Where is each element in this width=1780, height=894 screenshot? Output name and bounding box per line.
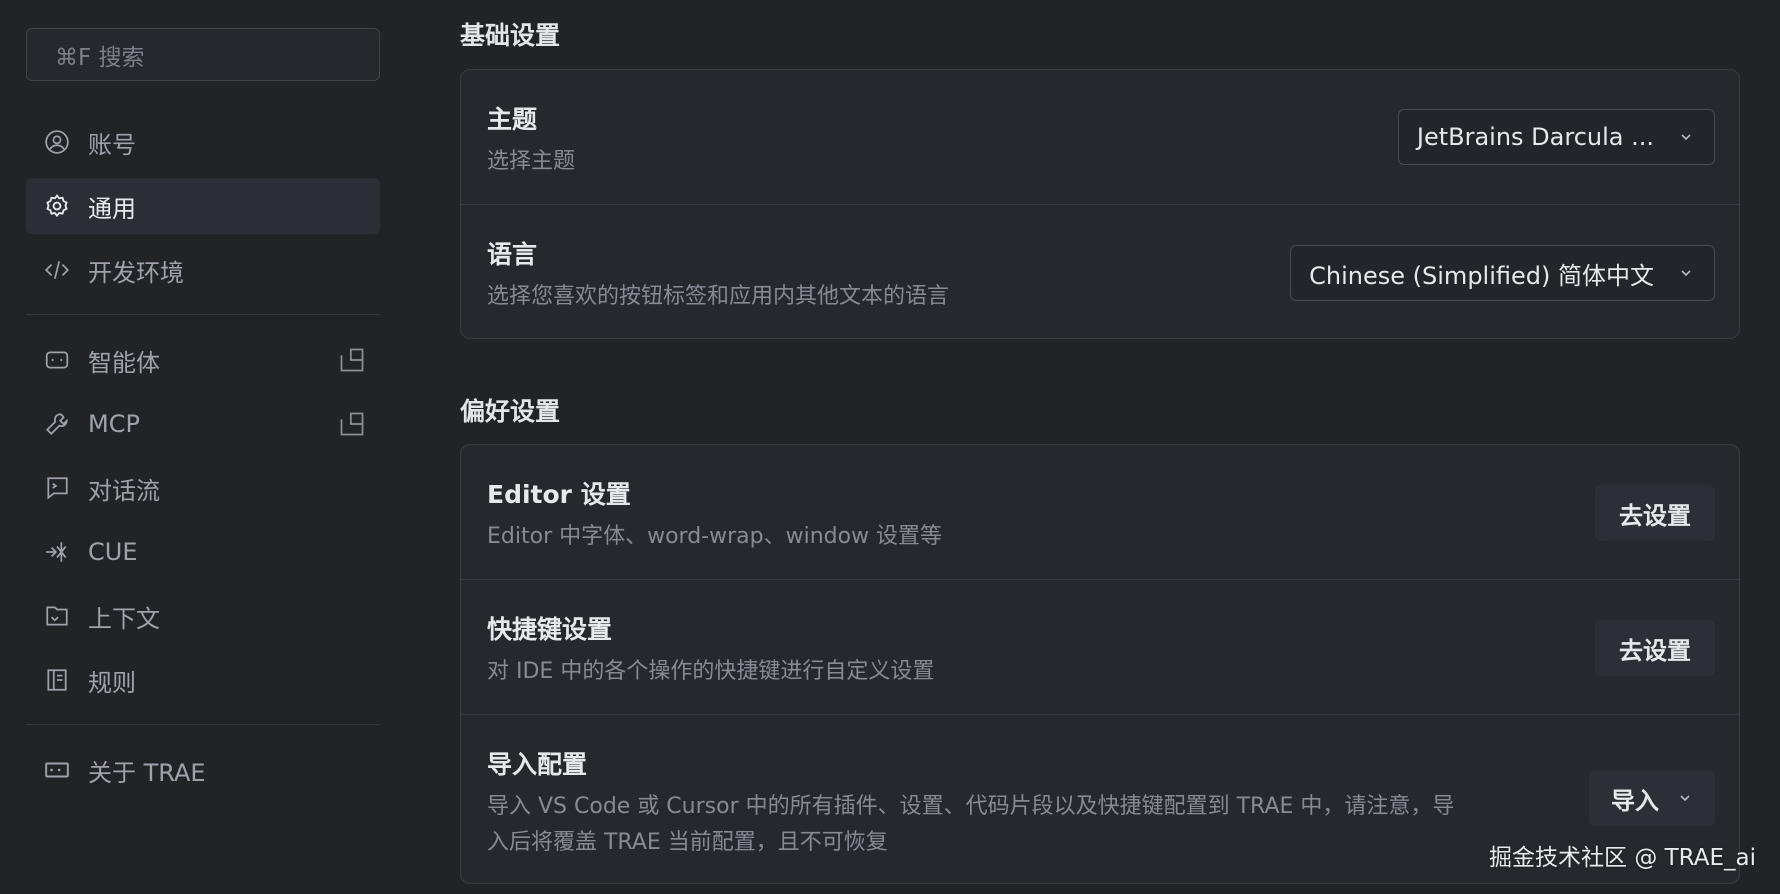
sidebar-item-label: CUE (88, 538, 138, 566)
wrench-icon (42, 409, 72, 439)
trae-logo-icon (42, 755, 72, 785)
sidebar-item-cue[interactable]: CUE (26, 524, 380, 580)
section-title-preferences: 偏好设置 (460, 397, 561, 426)
sidebar-item-label: 关于 TRAE (88, 758, 206, 787)
language-select[interactable]: Chinese (Simplified) 简体中文 (1290, 245, 1715, 301)
sidebar-item-general[interactable]: 通用 (26, 178, 380, 234)
language-title: 语言 (487, 240, 538, 269)
user-circle-icon (42, 127, 72, 157)
code-icon (42, 255, 72, 285)
chat-icon (42, 473, 72, 503)
section-title-basic: 基础设置 (460, 21, 561, 50)
sidebar-item-label: MCP (88, 410, 140, 438)
sidebar-item-chat-flow[interactable]: 对话流 (26, 460, 380, 516)
sidebar-item-context[interactable]: 上下文 (26, 588, 380, 644)
settings-sidebar: ⌘F 搜索 账号 通用 开发环境 智能体 MCP 对话流 CUE 上下文 规则 … (0, 0, 410, 894)
sidebar-divider (26, 314, 380, 315)
language-row: 语言 选择您喜欢的按钮标签和应用内其他文本的语言 Chinese (Simpli… (461, 204, 1739, 338)
sidebar-item-account[interactable]: 账号 (26, 114, 380, 170)
import-title: 导入配置 (487, 750, 588, 779)
import-button[interactable]: 导入 (1589, 770, 1715, 826)
shortcuts-settings-button[interactable]: 去设置 (1595, 620, 1715, 676)
editor-desc: Editor 中字体、word-wrap、window 设置等 (487, 524, 943, 549)
search-text: ⌘F 搜索 (55, 44, 145, 71)
editor-title: Editor 设置 (487, 480, 631, 509)
sidebar-item-mcp[interactable]: MCP (26, 396, 380, 452)
sidebar-item-label: 智能体 (88, 348, 160, 377)
chevron-down-icon (1681, 134, 1691, 141)
sidebar-item-label: 规则 (88, 668, 136, 697)
editor-settings-button-label: 去设置 (1619, 501, 1691, 530)
book-icon (42, 665, 72, 695)
sidebar-item-about[interactable]: 关于 TRAE (26, 742, 380, 798)
import-desc-line2: 入后将覆盖 TRAE 当前配置，且不可恢复 (487, 830, 888, 855)
sidebar-item-label: 账号 (88, 130, 136, 159)
sidebar-item-dev-env[interactable]: 开发环境 (26, 242, 380, 298)
sidebar-item-label: 对话流 (88, 476, 160, 505)
editor-settings-button[interactable]: 去设置 (1595, 485, 1715, 541)
context-icon (42, 601, 72, 631)
editor-row: Editor 设置 Editor 中字体、word-wrap、window 设置… (461, 445, 1739, 579)
external-link-icon[interactable] (338, 410, 366, 438)
sidebar-item-label: 通用 (88, 194, 136, 223)
import-button-label: 导入 (1611, 786, 1659, 815)
theme-row: 主题 选择主题 JetBrains Darcula ... (461, 70, 1739, 204)
watermark: 掘金技术社区 @ TRAE_ai (1489, 845, 1756, 871)
theme-title: 主题 (487, 105, 538, 134)
basic-settings-card: 主题 选择主题 JetBrains Darcula ... 语言 选择您喜欢的按… (460, 69, 1740, 339)
import-desc-line1: 导入 VS Code 或 Cursor 中的所有插件、设置、代码片段以及快捷键配… (487, 794, 1455, 819)
preferences-card: Editor 设置 Editor 中字体、word-wrap、window 设置… (460, 444, 1740, 884)
sidebar-item-agents[interactable]: 智能体 (26, 332, 380, 388)
chevron-down-icon (1681, 270, 1691, 277)
shortcuts-desc: 对 IDE 中的各个操作的快捷键进行自定义设置 (487, 659, 935, 684)
gear-icon (42, 191, 72, 221)
sidebar-divider (26, 724, 380, 725)
theme-desc: 选择主题 (487, 149, 576, 174)
external-link-icon[interactable] (338, 346, 366, 374)
theme-select-value: JetBrains Darcula ... (1416, 123, 1654, 151)
search-input[interactable]: ⌘F 搜索 (26, 28, 380, 81)
robot-icon (42, 345, 72, 375)
sidebar-item-rules[interactable]: 规则 (26, 652, 380, 708)
language-select-value: Chinese (Simplified) 简体中文 (1309, 261, 1654, 290)
sidebar-item-label: 上下文 (88, 604, 160, 633)
shortcuts-settings-button-label: 去设置 (1619, 636, 1691, 665)
chevron-down-icon (1680, 795, 1690, 802)
language-desc: 选择您喜欢的按钮标签和应用内其他文本的语言 (487, 284, 950, 309)
sidebar-item-label: 开发环境 (88, 258, 184, 287)
cue-icon (42, 537, 72, 567)
shortcuts-row: 快捷键设置 对 IDE 中的各个操作的快捷键进行自定义设置 去设置 (461, 579, 1739, 714)
shortcuts-title: 快捷键设置 (487, 615, 613, 644)
theme-select[interactable]: JetBrains Darcula ... (1397, 109, 1715, 165)
